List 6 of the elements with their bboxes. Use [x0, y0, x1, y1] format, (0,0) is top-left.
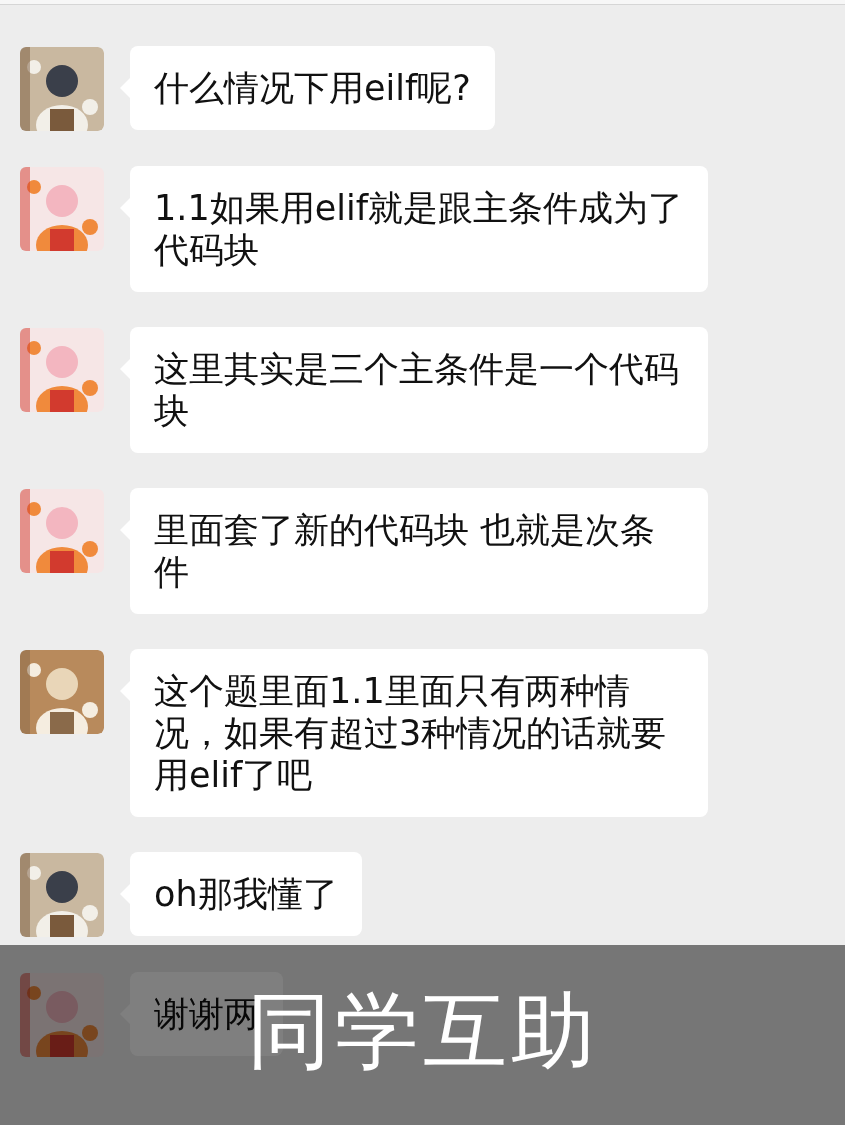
- message-text: 这个题里面1.1里面只有两种情况，如果有超过3种情况的话就要用elif了吧: [154, 670, 668, 796]
- message-text: 1.1如果用elif就是跟主条件成为了代码块: [154, 187, 684, 271]
- message-text: 这里其实是三个主条件是一个代码块: [154, 348, 680, 432]
- message-text: 里面套了新的代码块 也就是次条件: [154, 509, 657, 593]
- message-text: 什么情况下用eilf呢?: [154, 67, 471, 109]
- message-text: oh那我懂了: [154, 873, 338, 915]
